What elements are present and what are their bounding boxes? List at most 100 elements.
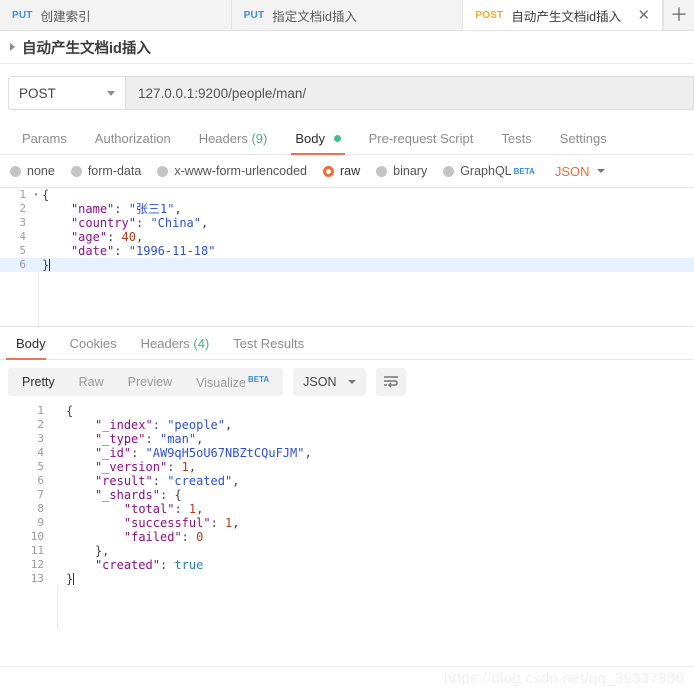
wrap-lines-glyph [384,376,399,388]
code-text: "date": "1996-11-18" [70,244,216,258]
code-line: 3 "country": "China", [0,216,694,230]
line-number: 4 [37,446,44,459]
line-number: 7 [37,488,44,501]
body-type-form-data[interactable]: form-data [70,164,141,178]
http-method-select[interactable]: POST [8,76,126,110]
code-text: "name": "张三1", [70,202,182,216]
view-raw[interactable]: Raw [67,368,116,396]
response-tab-body[interactable]: Body [6,336,60,360]
line-number: 2 [37,418,44,431]
request-tab-3[interactable]: POST 自动产生文档id插入 ✕ [463,0,664,30]
line-number: 8 [37,502,44,515]
tab-body-label: Body [295,131,325,146]
body-type-graphql-label: GraphQL [460,164,512,178]
response-tab-headers[interactable]: Headers (4) [131,336,224,359]
line-number: 1 [37,404,44,417]
response-tab-body-label: Body [16,336,46,351]
request-code-lines: 1 ▾{2 "name": "张三1", 3 "country": "China",… [0,188,694,272]
breadcrumb: 自动产生文档id插入 [0,31,694,64]
request-tab-1[interactable]: PUT 创建索引 [0,0,232,30]
body-format-value: JSON [554,163,590,179]
code-line: 2 "name": "张三1", [0,202,694,216]
line-number: 5 [19,244,26,257]
code-text: "_id": "AW9qH5oU67NBZtCQuFJM", [94,446,312,460]
line-number: 12 [30,558,44,571]
tab-authorization-label: Authorization [94,131,171,146]
line-number: 4 [19,230,26,243]
code-text: "result": "created", [94,474,240,488]
close-icon[interactable]: ✕ [627,7,650,23]
body-type-graphql[interactable]: GraphQL BETA [443,164,535,178]
response-format-select[interactable]: JSON [293,368,367,396]
response-body-editor[interactable]: 1{2 "_index": "people", 3 "_type": "man",… [0,404,694,629]
body-type-none-label: none [27,164,55,178]
code-line: 1 ▾{ [0,188,694,202]
body-type-raw[interactable]: raw [323,164,360,178]
response-code-lines: 1{2 "_index": "people", 3 "_type": "man",… [0,404,694,586]
code-line: 4 "age": 40, [0,230,694,244]
tab-headers[interactable]: Headers (9) [185,131,282,154]
request-tab-2-label: 指定文档id插入 [272,9,358,24]
code-line: 10 "failed": 0 [0,530,694,544]
code-line: 5 "_version": 1, [0,460,694,474]
body-present-indicator-icon [333,135,341,142]
code-line: 7 "_shards": { [0,488,694,502]
bottom-divider [0,666,694,667]
code-line: 5 "date": "1996-11-18" [0,244,694,258]
request-tab-2[interactable]: PUT 指定文档id插入 [231,0,464,30]
code-text: "successful": 1, [123,516,240,530]
response-tab-headers-count: (4) [193,336,210,351]
line-number: 10 [30,530,44,543]
body-format-select[interactable]: JSON [555,164,606,179]
response-tab-cookies-label: Cookies [69,336,117,351]
radio-icon [10,165,21,177]
tab-params[interactable]: Params [8,131,81,154]
view-pretty[interactable]: Pretty [10,368,67,396]
request-section-tabs: Params Authorization Headers (9) Body Pr… [0,122,694,155]
new-tab-icon[interactable]: ＋ [663,0,694,30]
code-line: 3 "_type": "man", [0,432,694,446]
tab-body[interactable]: Body [281,131,354,155]
wrap-lines-icon[interactable] [376,368,407,396]
line-number: 6 [19,258,26,271]
line-number: 6 [37,474,44,487]
view-preview[interactable]: Preview [116,368,184,396]
response-tab-headers-label: Headers [140,336,190,351]
request-tab-bar: PUT 创建索引 PUT 指定文档id插入 POST 自动产生文档id插入 ✕ … [0,0,694,31]
radio-icon [70,165,82,177]
tab-params-label: Params [22,131,67,146]
response-tab-test-results[interactable]: Test Results [223,336,318,359]
radio-icon [157,165,169,177]
line-number: 3 [37,432,44,445]
tab-settings[interactable]: Settings [546,131,621,154]
line-number: 9 [37,516,44,529]
tab-pre-request-script[interactable]: Pre-request Script [355,131,488,154]
tab-tests[interactable]: Tests [487,131,545,154]
url-input[interactable]: 127.0.0.1:9200/people/man/ [126,76,694,110]
line-number: 11 [30,544,44,557]
line-number: 2 [19,202,26,215]
tab-authorization[interactable]: Authorization [81,131,185,154]
chevron-down-icon [597,169,606,173]
response-tab-cookies[interactable]: Cookies [60,336,131,359]
code-text: { [42,188,50,202]
request-body-editor[interactable]: 1 ▾{2 "name": "张三1", 3 "country": "China",… [0,188,694,327]
request-tab-1-method: PUT [12,9,33,21]
code-text: }, [94,544,110,558]
chevron-right-icon[interactable] [10,43,15,51]
code-line: 11 }, [0,544,694,558]
body-type-binary[interactable]: binary [376,164,427,178]
view-visualize-label: Visualize [196,376,246,391]
code-line: 1{ [0,404,694,418]
view-visualize[interactable]: Visualize BETA [184,366,281,397]
response-format-value: JSON [303,375,337,389]
body-type-none[interactable]: none [10,164,55,178]
tab-headers-count: (9) [251,131,268,146]
code-text: "_version": 1, [94,460,197,474]
code-text: "age": 40, [70,230,144,244]
tab-pre-request-script-label: Pre-request Script [368,131,474,146]
response-view-segmented-control: Pretty Raw Preview Visualize BETA [8,366,284,397]
fold-toggle-icon[interactable]: ▾ [30,188,42,202]
beta-badge: BETA [513,166,535,176]
body-type-urlencoded[interactable]: x-www-form-urlencoded [157,164,307,178]
